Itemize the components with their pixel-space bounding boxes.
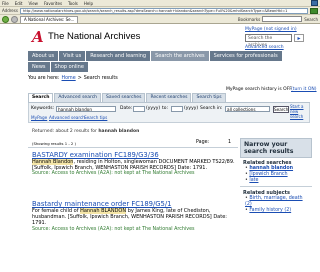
turn-on-history-link[interactable]: (turn it ON) [291, 87, 317, 92]
archives-logo-icon[interactable]: A [32, 28, 44, 46]
nav-row-2: News Shop online [28, 62, 89, 72]
search-in-label: Search in: [200, 106, 223, 111]
browser-tab[interactable]: A National Archives: Se... [20, 15, 79, 23]
nav-row-1: About us Visit us Research and learning … [28, 51, 283, 61]
nav-about-us[interactable]: About us [28, 51, 60, 61]
results-summary-query: hannah blandon [98, 129, 140, 134]
header-advanced-search-link[interactable]: Advanced search [245, 45, 284, 50]
page-number: 1 [228, 140, 232, 145]
forward-button[interactable] [11, 15, 18, 23]
nav-research-learning[interactable]: Research and learning [86, 51, 152, 61]
menu-help[interactable]: Help [84, 1, 93, 6]
nav-news[interactable]: News [28, 62, 51, 72]
search-go-icon[interactable]: ▸ [294, 34, 304, 42]
browser-toolbar: A National Archives: Se... Bookmarks Sea… [0, 15, 320, 24]
menu-view[interactable]: View [28, 1, 38, 6]
result-highlight: Hannah BLANDON [80, 208, 127, 214]
sidebar-heading: Narrow your search results [240, 138, 312, 158]
results-summary: Returned: about 2 results for hannah bla… [32, 129, 139, 134]
date-to-format: (yyyy) [184, 106, 199, 111]
related-subject-item: • Family history (2) [245, 207, 292, 213]
form-search-tips-link[interactable]: Search tips [84, 115, 107, 120]
narrow-results-sidebar: Narrow your search results Related searc… [240, 138, 312, 272]
page-label: Page: [196, 140, 210, 145]
keywords-label: Keywords: [31, 106, 55, 111]
date-label: Date: [120, 106, 133, 111]
related-search-link[interactable]: late [249, 178, 258, 183]
breadcrumb: You are here: Home > Search results [28, 75, 310, 83]
breadcrumb-current: Search results [83, 76, 118, 81]
date-from-input[interactable] [133, 106, 145, 112]
result-item: BASTARDY examination FC189/G3/36 Hannah … [32, 151, 237, 177]
main-navigation: About us Visit us Research and learning … [0, 51, 320, 73]
form-mypage-link[interactable]: MyPage [31, 115, 47, 120]
result-description-prefix: For female child of [32, 208, 81, 214]
site-logo-text[interactable]: The National Archives [48, 31, 140, 42]
tab-recent-searches[interactable]: Recent searches [146, 93, 192, 102]
result-title-link[interactable]: BASTARDY examination FC189/G3/36 [32, 151, 237, 159]
toolbar-search-button[interactable]: Search [304, 17, 318, 22]
results-summary-text: Returned: about 2 results for [32, 129, 97, 134]
related-subject-link[interactable]: Family history (2) [249, 208, 291, 213]
menu-edit[interactable]: Edit [15, 1, 23, 6]
related-search-link[interactable]: hannah blandon [249, 166, 293, 171]
bookmarks-button[interactable]: Bookmarks [238, 17, 260, 22]
address-bar: Address http://www.nationalarchives.gov.… [0, 7, 320, 15]
result-description: For female child of Hannah BLANDON by Ja… [32, 208, 237, 227]
related-searches-heading: Related searches [243, 160, 292, 166]
tab-search-tips[interactable]: Search tips [192, 93, 226, 102]
url-field[interactable]: http://www.nationalarchives.gov.uk/searc… [19, 7, 308, 14]
tab-advanced-search[interactable]: Advanced search [54, 93, 102, 102]
search-history-status: MyPage search history is OFF [226, 87, 292, 92]
browser-menubar: File Edit View Favorites Tools Help [0, 0, 320, 7]
date-from-format: (yyyy) [146, 106, 161, 111]
windows-logo-icon [311, 0, 318, 6]
toolbar-search-field[interactable] [262, 16, 303, 22]
sidebar-divider [240, 186, 312, 188]
results-header: (Showing results 1 - 2 ) Page: 1 [28, 140, 238, 148]
result-title-link[interactable]: Bastardy maintenance order FC189/G5/1 [32, 200, 237, 208]
address-label: Address [2, 8, 18, 13]
related-search-link[interactable]: [Ipswich Branch [249, 172, 287, 177]
date-to-input[interactable] [171, 106, 183, 112]
site-search-input[interactable]: Search the archives [245, 34, 292, 48]
nav-search-archives[interactable]: Search the archives [151, 51, 210, 61]
nav-shop-online[interactable]: Shop online [50, 62, 89, 72]
go-arrow-icon[interactable] [310, 7, 318, 14]
keywords-input[interactable]: hannah blandon [56, 106, 116, 112]
showing-count: (Showing results 1 - 2 ) [32, 141, 77, 146]
mypage-link[interactable]: MyPage (not signed in) [245, 27, 297, 32]
related-subject-item: • Birth, marriage, death (2) [245, 196, 303, 208]
menu-favorites[interactable]: Favorites [44, 1, 62, 6]
related-search-item: • late [245, 177, 259, 183]
nav-visit-us[interactable]: Visit us [59, 51, 87, 61]
breadcrumb-prefix: You are here: [28, 76, 60, 81]
related-subject-link[interactable]: Birth, marriage, death (2) [245, 196, 303, 207]
menu-file[interactable]: File [2, 1, 9, 6]
back-button[interactable] [2, 15, 9, 23]
result-description: Hannah Blandon, residing in Holton, sing… [32, 159, 237, 171]
result-highlight: Hannah Blandon [32, 159, 74, 165]
breadcrumb-home[interactable]: Home [62, 75, 76, 83]
menu-tools[interactable]: Tools [68, 1, 78, 6]
nav-services-professionals[interactable]: Services for professionals [209, 51, 283, 61]
result-item: Bastardy maintenance order FC189/G5/1 Fo… [32, 200, 237, 233]
date-to-label: to: [162, 106, 169, 111]
tab-search[interactable]: Search [28, 93, 54, 102]
search-tabs: Search Advanced search Saved searches Re… [28, 93, 310, 103]
search-in-select[interactable]: all collections [225, 106, 270, 112]
search-button[interactable]: Search [273, 106, 289, 113]
breadcrumb-separator: > [77, 76, 82, 81]
result-source: Source: Access to Archives (A2A): not ke… [32, 226, 195, 232]
start-new-search-link[interactable]: Start a new search [290, 104, 308, 119]
tab-saved-searches[interactable]: Saved searches [102, 93, 146, 102]
form-advanced-search-link[interactable]: Advanced search [49, 115, 85, 120]
result-source: Source: Access to Archives (A2A): not ke… [32, 171, 195, 177]
